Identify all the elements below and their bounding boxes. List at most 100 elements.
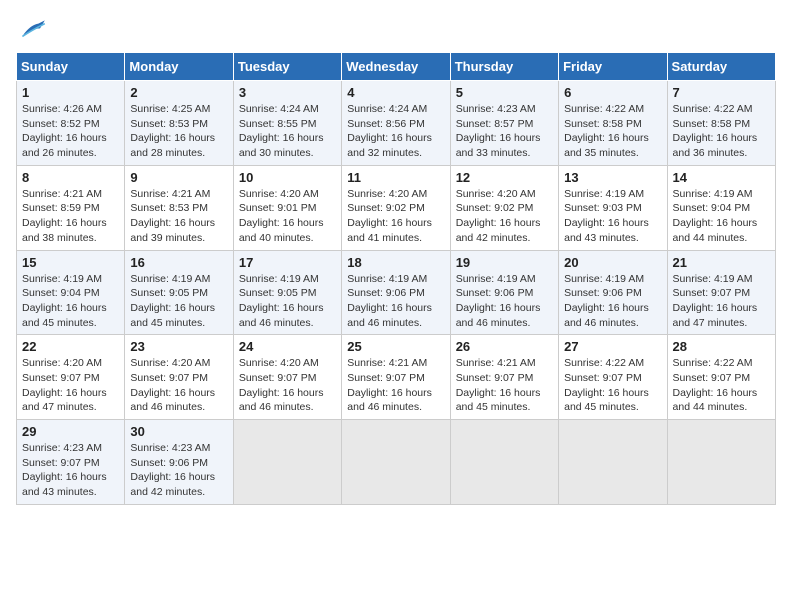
- calendar-cell: 29 Sunrise: 4:23 AM Sunset: 9:07 PM Dayli…: [17, 420, 125, 505]
- calendar-cell: 27 Sunrise: 4:22 AM Sunset: 9:07 PM Dayli…: [559, 335, 667, 420]
- day-info: Sunrise: 4:21 AM Sunset: 9:07 PM Dayligh…: [456, 356, 553, 415]
- weekday-header-saturday: Saturday: [667, 53, 775, 81]
- day-number: 30: [130, 424, 227, 439]
- day-info: Sunrise: 4:20 AM Sunset: 9:07 PM Dayligh…: [22, 356, 119, 415]
- day-info: Sunrise: 4:19 AM Sunset: 9:06 PM Dayligh…: [456, 272, 553, 331]
- calendar-cell: 23 Sunrise: 4:20 AM Sunset: 9:07 PM Dayli…: [125, 335, 233, 420]
- calendar-cell: 10 Sunrise: 4:20 AM Sunset: 9:01 PM Dayli…: [233, 165, 341, 250]
- day-info: Sunrise: 4:22 AM Sunset: 9:07 PM Dayligh…: [673, 356, 770, 415]
- calendar-cell: 18 Sunrise: 4:19 AM Sunset: 9:06 PM Dayli…: [342, 250, 450, 335]
- day-info: Sunrise: 4:20 AM Sunset: 9:02 PM Dayligh…: [347, 187, 444, 246]
- day-info: Sunrise: 4:19 AM Sunset: 9:06 PM Dayligh…: [347, 272, 444, 331]
- day-info: Sunrise: 4:19 AM Sunset: 9:03 PM Dayligh…: [564, 187, 661, 246]
- day-info: Sunrise: 4:20 AM Sunset: 9:07 PM Dayligh…: [130, 356, 227, 415]
- calendar-cell: 3 Sunrise: 4:24 AM Sunset: 8:55 PM Daylig…: [233, 81, 341, 166]
- calendar-cell: 9 Sunrise: 4:21 AM Sunset: 8:53 PM Daylig…: [125, 165, 233, 250]
- calendar-header-row: SundayMondayTuesdayWednesdayThursdayFrid…: [17, 53, 776, 81]
- calendar-cell: 2Sunrise: 4:25 AM Sunset: 8:53 PM Daylig…: [125, 81, 233, 166]
- weekday-header-friday: Friday: [559, 53, 667, 81]
- day-info: Sunrise: 4:19 AM Sunset: 9:07 PM Dayligh…: [673, 272, 770, 331]
- day-number: 19: [456, 255, 553, 270]
- day-number: 16: [130, 255, 227, 270]
- calendar-cell: 19 Sunrise: 4:19 AM Sunset: 9:06 PM Dayli…: [450, 250, 558, 335]
- weekday-header-monday: Monday: [125, 53, 233, 81]
- calendar-cell: 7 Sunrise: 4:22 AM Sunset: 8:58 PM Daylig…: [667, 81, 775, 166]
- day-info: Sunrise: 4:19 AM Sunset: 9:04 PM Dayligh…: [673, 187, 770, 246]
- day-info: Sunrise: 4:24 AM Sunset: 8:55 PM Dayligh…: [239, 102, 336, 161]
- day-number: 24: [239, 339, 336, 354]
- day-number: 11: [347, 170, 444, 185]
- weekday-header-sunday: Sunday: [17, 53, 125, 81]
- day-number: 9: [130, 170, 227, 185]
- calendar-cell: 26 Sunrise: 4:21 AM Sunset: 9:07 PM Dayli…: [450, 335, 558, 420]
- calendar-cell: 17 Sunrise: 4:19 AM Sunset: 9:05 PM Dayli…: [233, 250, 341, 335]
- day-info: Sunrise: 4:19 AM Sunset: 9:05 PM Dayligh…: [239, 272, 336, 331]
- day-number: 5: [456, 85, 553, 100]
- day-number: 17: [239, 255, 336, 270]
- calendar-week-row: 1 Sunrise: 4:26 AM Sunset: 8:52 PM Daylig…: [17, 81, 776, 166]
- calendar-week-row: 22 Sunrise: 4:20 AM Sunset: 9:07 PM Dayli…: [17, 335, 776, 420]
- calendar-cell: 21 Sunrise: 4:19 AM Sunset: 9:07 PM Dayli…: [667, 250, 775, 335]
- day-info: Sunrise: 4:20 AM Sunset: 9:07 PM Dayligh…: [239, 356, 336, 415]
- day-info: Sunrise: 4:22 AM Sunset: 8:58 PM Dayligh…: [564, 102, 661, 161]
- calendar-cell: [233, 420, 341, 505]
- day-info: Sunrise: 4:24 AM Sunset: 8:56 PM Dayligh…: [347, 102, 444, 161]
- calendar-cell: 28 Sunrise: 4:22 AM Sunset: 9:07 PM Dayli…: [667, 335, 775, 420]
- calendar-cell: 15Sunrise: 4:19 AM Sunset: 9:04 PM Dayli…: [17, 250, 125, 335]
- calendar-cell: 1 Sunrise: 4:26 AM Sunset: 8:52 PM Daylig…: [17, 81, 125, 166]
- day-number: 4: [347, 85, 444, 100]
- day-info: Sunrise: 4:20 AM Sunset: 9:02 PM Dayligh…: [456, 187, 553, 246]
- day-number: 14: [673, 170, 770, 185]
- calendar-cell: 30 Sunrise: 4:23 AM Sunset: 9:06 PM Dayli…: [125, 420, 233, 505]
- calendar-week-row: 29 Sunrise: 4:23 AM Sunset: 9:07 PM Dayli…: [17, 420, 776, 505]
- day-info: Sunrise: 4:23 AM Sunset: 9:07 PM Dayligh…: [22, 441, 119, 500]
- day-number: 21: [673, 255, 770, 270]
- calendar-cell: 25Sunrise: 4:21 AM Sunset: 9:07 PM Dayli…: [342, 335, 450, 420]
- day-info: Sunrise: 4:21 AM Sunset: 8:53 PM Dayligh…: [130, 187, 227, 246]
- logo-icon: [16, 16, 48, 44]
- day-info: Sunrise: 4:23 AM Sunset: 9:06 PM Dayligh…: [130, 441, 227, 500]
- day-number: 26: [456, 339, 553, 354]
- day-number: 29: [22, 424, 119, 439]
- day-info: Sunrise: 4:23 AM Sunset: 8:57 PM Dayligh…: [456, 102, 553, 161]
- day-number: 8: [22, 170, 119, 185]
- day-number: 20: [564, 255, 661, 270]
- calendar-cell: [667, 420, 775, 505]
- day-number: 13: [564, 170, 661, 185]
- calendar-cell: 16 Sunrise: 4:19 AM Sunset: 9:05 PM Dayli…: [125, 250, 233, 335]
- day-info: Sunrise: 4:21 AM Sunset: 8:59 PM Dayligh…: [22, 187, 119, 246]
- day-number: 28: [673, 339, 770, 354]
- calendar-week-row: 15Sunrise: 4:19 AM Sunset: 9:04 PM Dayli…: [17, 250, 776, 335]
- day-info: Sunrise: 4:22 AM Sunset: 8:58 PM Dayligh…: [673, 102, 770, 161]
- calendar-cell: 5 Sunrise: 4:23 AM Sunset: 8:57 PM Daylig…: [450, 81, 558, 166]
- day-number: 23: [130, 339, 227, 354]
- day-info: Sunrise: 4:19 AM Sunset: 9:04 PM Dayligh…: [22, 272, 119, 331]
- day-number: 10: [239, 170, 336, 185]
- day-info: Sunrise: 4:20 AM Sunset: 9:01 PM Dayligh…: [239, 187, 336, 246]
- calendar-cell: 22 Sunrise: 4:20 AM Sunset: 9:07 PM Dayli…: [17, 335, 125, 420]
- day-number: 1: [22, 85, 119, 100]
- day-info: Sunrise: 4:19 AM Sunset: 9:05 PM Dayligh…: [130, 272, 227, 331]
- day-info: Sunrise: 4:22 AM Sunset: 9:07 PM Dayligh…: [564, 356, 661, 415]
- day-number: 27: [564, 339, 661, 354]
- calendar-cell: 24 Sunrise: 4:20 AM Sunset: 9:07 PM Dayli…: [233, 335, 341, 420]
- day-number: 6: [564, 85, 661, 100]
- day-info: Sunrise: 4:25 AM Sunset: 8:53 PM Dayligh…: [130, 102, 227, 161]
- weekday-header-thursday: Thursday: [450, 53, 558, 81]
- calendar-cell: [559, 420, 667, 505]
- calendar-table: SundayMondayTuesdayWednesdayThursdayFrid…: [16, 52, 776, 505]
- day-number: 22: [22, 339, 119, 354]
- day-info: Sunrise: 4:26 AM Sunset: 8:52 PM Dayligh…: [22, 102, 119, 161]
- day-number: 18: [347, 255, 444, 270]
- day-number: 7: [673, 85, 770, 100]
- day-number: 3: [239, 85, 336, 100]
- weekday-header-wednesday: Wednesday: [342, 53, 450, 81]
- day-number: 25: [347, 339, 444, 354]
- calendar-cell: 20Sunrise: 4:19 AM Sunset: 9:06 PM Dayli…: [559, 250, 667, 335]
- calendar-cell: 4 Sunrise: 4:24 AM Sunset: 8:56 PM Daylig…: [342, 81, 450, 166]
- calendar-cell: 14 Sunrise: 4:19 AM Sunset: 9:04 PM Dayli…: [667, 165, 775, 250]
- day-number: 12: [456, 170, 553, 185]
- calendar-cell: [342, 420, 450, 505]
- calendar-week-row: 8 Sunrise: 4:21 AM Sunset: 8:59 PM Daylig…: [17, 165, 776, 250]
- logo: [16, 16, 52, 44]
